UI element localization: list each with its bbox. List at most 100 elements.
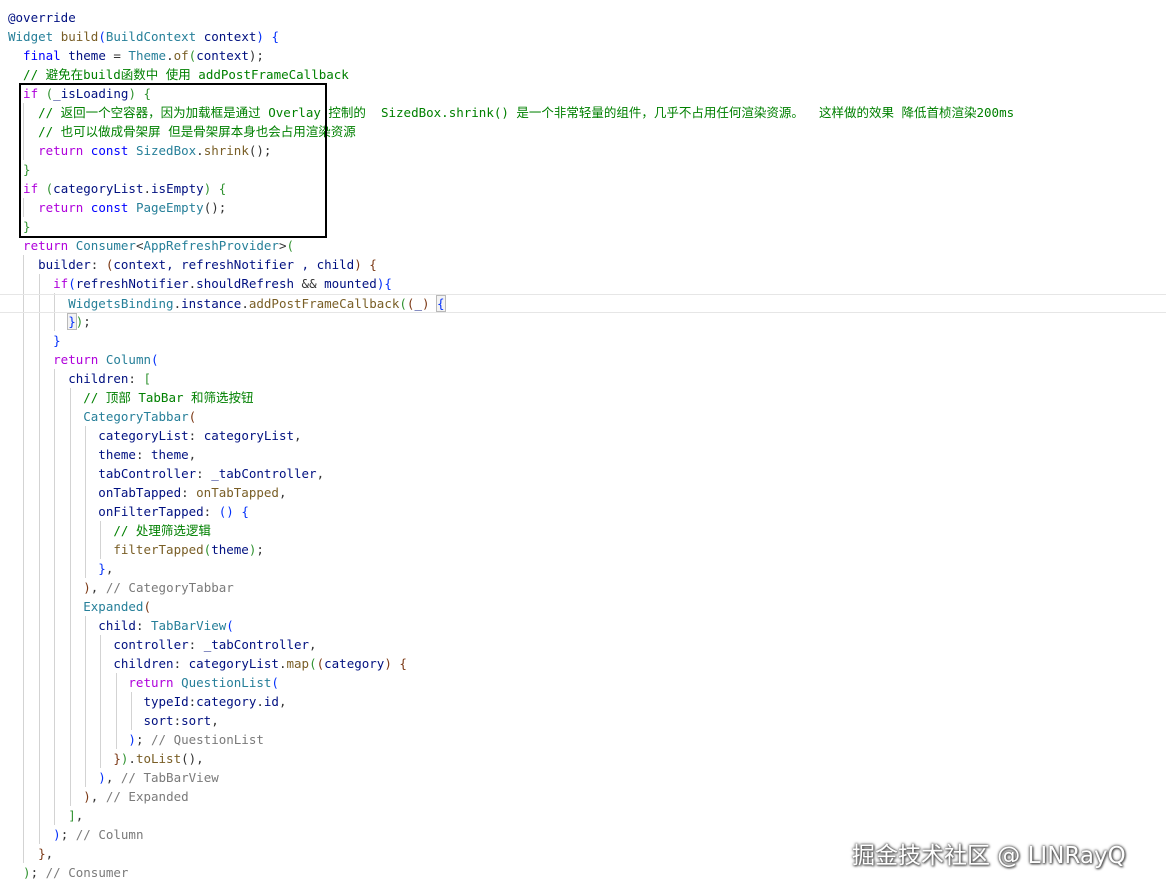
code-line: return Consumer<AppRefreshProvider>( — [0, 236, 294, 255]
code-token: category — [196, 694, 257, 709]
code-token: ( — [271, 675, 279, 690]
code-token: : — [135, 618, 151, 633]
code-token: children — [8, 656, 174, 671]
code-token: : — [181, 485, 197, 500]
code-line: if(refreshNotifier.shouldRefresh && moun… — [0, 274, 392, 293]
code-token: { — [391, 656, 407, 671]
code-token: // CategoryTabbar — [105, 580, 234, 595]
code-token: } — [8, 846, 46, 861]
code-token: return — [8, 675, 174, 690]
code-token: : — [196, 466, 212, 481]
code-token: categoryList — [8, 428, 189, 443]
code-token: // 避免在build函数中 使用 addPostFrameCallback — [8, 67, 349, 82]
code-token: context, refreshNotifier , child — [113, 257, 355, 272]
code-token: Column — [98, 352, 151, 367]
code-token: Theme — [128, 48, 167, 63]
code-token: filterTapped — [8, 542, 204, 557]
code-token: tabController — [8, 466, 197, 481]
code-token: . — [256, 694, 264, 709]
code-token: WidgetsBinding — [8, 296, 174, 311]
code-token: , — [45, 846, 54, 861]
code-token: ( — [309, 656, 317, 671]
code-token: typeId — [8, 694, 189, 709]
code-line: } — [0, 331, 61, 350]
code-line: // 处理筛选逻辑 — [0, 521, 211, 540]
code-token: Widget — [8, 29, 54, 44]
code-token: , — [309, 637, 317, 652]
code-token: builder — [8, 257, 91, 272]
code-line: children: [ — [0, 369, 151, 388]
code-token: ) — [8, 827, 61, 842]
code-line: return QuestionList( — [0, 673, 279, 692]
code-token: ] — [8, 808, 76, 823]
code-editor[interactable]: @override Widget build(BuildContext conte… — [0, 0, 1166, 891]
code-token: children — [8, 371, 129, 386]
code-line: builder: (context, refreshNotifier , chi… — [0, 255, 377, 274]
code-token: , — [278, 694, 287, 709]
code-token: ( — [316, 656, 325, 671]
code-token: [ — [143, 371, 152, 386]
code-token: } — [8, 561, 106, 576]
code-line: onTabTapped: onTabTapped, — [0, 483, 286, 502]
code-token: map — [286, 656, 310, 671]
code-token: controller — [8, 637, 189, 652]
code-token: ( — [188, 409, 197, 424]
code-token: } — [8, 751, 121, 766]
code-line: typeId:category.id, — [0, 692, 287, 711]
code-token: , — [90, 789, 106, 804]
code-line: ); // Consumer — [0, 863, 128, 882]
code-line: }).toList(), — [0, 749, 203, 768]
code-token: : — [128, 371, 144, 386]
code-line: // 顶部 TabBar 和筛选按钮 — [0, 388, 254, 407]
code-token: } — [8, 333, 61, 348]
code-token: sort — [181, 713, 212, 728]
code-token: { — [361, 257, 377, 272]
code-token: id — [263, 694, 279, 709]
code-token: : — [90, 257, 106, 272]
code-line: CategoryTabbar( — [0, 407, 196, 426]
code-token: AppRefreshProvider — [143, 238, 279, 253]
code-line: ), // TabBarView — [0, 768, 219, 787]
code-line: categoryList: categoryList, — [0, 426, 301, 445]
code-token: Expanded — [8, 599, 144, 614]
code-line: ], — [0, 806, 83, 825]
code-token: return — [8, 238, 69, 253]
code-token: , — [316, 466, 325, 481]
code-token: && — [294, 276, 325, 291]
code-line: // 避免在build函数中 使用 addPostFrameCallback — [0, 65, 349, 84]
code-token: ( — [399, 296, 407, 311]
code-line: controller: _tabController, — [0, 635, 317, 654]
code-token: ) — [8, 770, 106, 785]
code-token: mounted — [324, 276, 377, 291]
code-token: , — [105, 770, 121, 785]
code-token: ; — [60, 827, 76, 842]
code-line: return Column( — [0, 350, 159, 369]
code-token: _tabController — [211, 466, 317, 481]
code-token: , — [75, 808, 84, 823]
code-line: @override — [0, 8, 76, 27]
code-line: child: TabBarView( — [0, 616, 234, 635]
code-token: child — [8, 618, 136, 633]
code-line: theme: theme, — [0, 445, 196, 464]
code-token: onFilterTapped — [8, 504, 204, 519]
watermark: 掘金技术社区 @ LINRayQ — [852, 843, 1126, 869]
code-line: onFilterTapped: () { — [0, 502, 249, 521]
code-token: refreshNotifier — [75, 276, 189, 291]
code-token: : — [135, 447, 151, 462]
code-line: tabController: _tabController, — [0, 464, 324, 483]
code-token: instance — [181, 296, 242, 311]
code-token: ( — [226, 618, 234, 633]
code-token: theme — [60, 48, 106, 63]
code-token: QuestionList — [173, 675, 272, 690]
code-token: theme — [211, 542, 249, 557]
code-token: ) — [354, 257, 362, 272]
code-token: // 顶部 TabBar 和筛选按钮 — [8, 390, 254, 405]
code-token: // TabBarView — [120, 770, 219, 785]
code-line: filterTapped(theme); — [0, 540, 264, 559]
code-token: ( — [151, 352, 159, 367]
code-line: }); — [0, 312, 91, 331]
code-token: ); — [248, 48, 264, 63]
